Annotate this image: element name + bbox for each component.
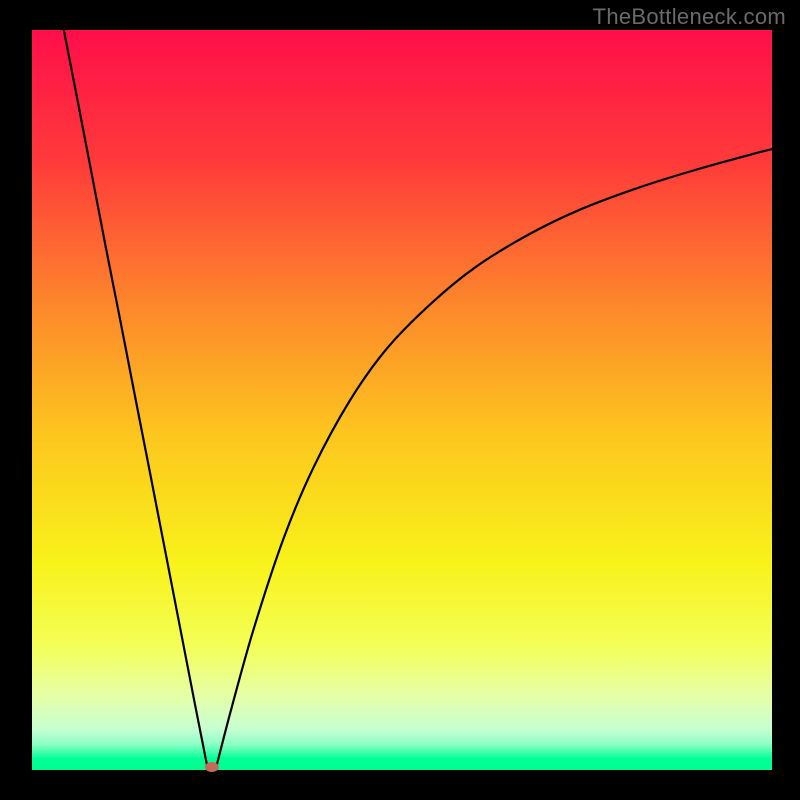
curve-minimum-marker (205, 762, 219, 772)
plot-background (32, 30, 772, 770)
watermark-label: TheBottleneck.com (593, 4, 786, 30)
chart-frame: { "watermark": "TheBottleneck.com", "cha… (0, 0, 800, 800)
bottleneck-chart (0, 0, 800, 800)
